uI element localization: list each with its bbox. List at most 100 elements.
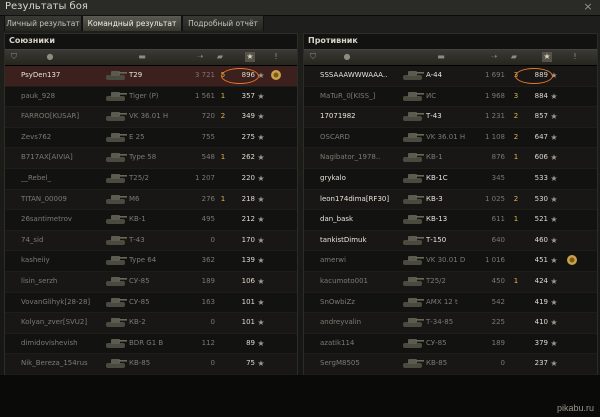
- player-name[interactable]: grykalo: [320, 169, 400, 188]
- tank-kill-icon[interactable]: ▰: [509, 52, 519, 62]
- table-row[interactable]: azatik114 СУ-85 189 379 ★: [304, 334, 597, 355]
- shield-icon[interactable]: ⛉: [9, 52, 19, 62]
- tab-personal-result[interactable]: Личный результат: [4, 15, 82, 31]
- table-row[interactable]: grykalo КВ-1С 345 533 ★: [304, 169, 597, 190]
- player-name[interactable]: VovanGlihyk[28-28]: [21, 293, 101, 312]
- player-name[interactable]: andreyvalin: [320, 313, 400, 332]
- star-icon[interactable]: ★: [542, 52, 552, 62]
- player-name[interactable]: SnOwbiZz: [320, 293, 400, 312]
- medal-icon[interactable]: [566, 254, 578, 266]
- table-row[interactable]: 74_sid Т-43 0 170 ★: [5, 230, 297, 252]
- table-row[interactable]: __Rebel_ T25/2 1 207 220 ★: [5, 169, 297, 190]
- table-row[interactable]: TITAN_00009 M6 276 1 218 ★: [5, 189, 297, 211]
- table-row[interactable]: FARROO[KUSAR] VK 36.01 H 720 2 349 ★: [5, 107, 297, 128]
- player-name[interactable]: kacumoto001: [320, 272, 400, 291]
- table-row[interactable]: pauk_928 Tiger (P) 1 561 1 357 ★: [5, 87, 297, 108]
- table-row[interactable]: 26santimetrov КВ-1 495 212 ★: [5, 210, 297, 231]
- person-icon[interactable]: ●: [45, 52, 55, 62]
- table-row[interactable]: lisin_serzh СУ-85 189 106 ★: [5, 271, 297, 293]
- star-icon: ★: [257, 338, 265, 348]
- tank-name: КВ-1С: [426, 173, 448, 182]
- tab-team-result[interactable]: Командный результат: [82, 15, 182, 31]
- table-row[interactable]: Nagibator_1978.. КВ-1 876 1 606 ★: [304, 148, 597, 169]
- player-name[interactable]: FARROO[KUSAR]: [21, 107, 101, 126]
- table-row[interactable]: kasheiiy Type 64 362 139 ★: [5, 251, 297, 272]
- player-name[interactable]: 26santimetrov: [21, 210, 101, 229]
- tab-detailed-report[interactable]: Подробный отчёт: [182, 15, 264, 31]
- tank-icon[interactable]: ▬: [432, 52, 450, 62]
- player-name[interactable]: TITAN_00009: [21, 190, 101, 209]
- player-name[interactable]: 17071982: [320, 107, 400, 126]
- close-icon[interactable]: ×: [581, 0, 595, 14]
- shell-icon[interactable]: ➝: [195, 52, 205, 62]
- player-name[interactable]: Zevs762: [21, 128, 101, 147]
- table-row[interactable]: MaTuR_0[KISS_] ИС 1 968 3 884 ★: [304, 87, 597, 108]
- window-title: Результаты боя: [5, 1, 88, 12]
- player-name[interactable]: Kolyan_zver[SVU2]: [21, 313, 101, 332]
- player-name[interactable]: tankistDimuk: [320, 231, 400, 250]
- person-icon[interactable]: ●: [342, 52, 352, 62]
- enemies-panel: Противник ⛉ ● ▬ ➝ ▰ ★ ! SSSAAAWWWAAA.. A-…: [303, 33, 598, 375]
- shell-icon[interactable]: ➝: [489, 52, 499, 62]
- table-row[interactable]: andreyvalin Т-34-85 225 410 ★: [304, 313, 597, 334]
- damage-value: 1 231: [484, 112, 505, 121]
- star-icon: ★: [550, 91, 558, 101]
- table-row[interactable]: SergM8505 КВ-85 0 237 ★: [304, 354, 597, 375]
- allies-table-header: ⛉ ● ▬ ➝ ▰ ★ !: [5, 49, 297, 66]
- star-icon: ★: [257, 112, 265, 122]
- table-row[interactable]: SSSAAAWWWAAA.. A-44 1 691 3 889 ★: [304, 66, 597, 87]
- star-icon: ★: [550, 112, 558, 122]
- xp-value: 237: [534, 359, 548, 368]
- player-name[interactable]: MaTuR_0[KISS_]: [320, 87, 400, 106]
- enemies-table-header: ⛉ ● ▬ ➝ ▰ ★ !: [304, 49, 597, 66]
- player-name[interactable]: __Rebel_: [21, 169, 101, 188]
- table-row[interactable]: kacumoto001 T25/2 450 1 424 ★: [304, 271, 597, 293]
- info-icon[interactable]: !: [570, 52, 580, 62]
- player-name[interactable]: azatik114: [320, 334, 400, 353]
- table-row[interactable]: amerwi VK 30.01 D 1 016 451 ★: [304, 251, 597, 272]
- player-name[interactable]: Nik_Bereza_154rus: [21, 354, 101, 373]
- table-row[interactable]: VovanGlihyk[28-28] СУ-85 163 101 ★: [5, 293, 297, 314]
- player-name[interactable]: OSCARD: [320, 128, 400, 147]
- table-row[interactable]: OSCARD VK 36.01 H 1 108 2 647 ★: [304, 128, 597, 149]
- tank-icon[interactable]: ▬: [133, 52, 151, 62]
- player-name[interactable]: SSSAAAWWWAAA..: [320, 66, 400, 85]
- table-row[interactable]: leon174dima[RF30] КВ-3 1 025 2 530 ★: [304, 189, 597, 211]
- star-icon: ★: [257, 318, 265, 328]
- player-name[interactable]: B717AX[AIVIA]: [21, 148, 101, 167]
- table-row[interactable]: dimidovishevish BDR G1 B 112 89 ★: [5, 334, 297, 355]
- tank-icon: [105, 234, 127, 246]
- table-row[interactable]: Zevs762 E 25 755 275 ★: [5, 128, 297, 149]
- table-row[interactable]: Nik_Bereza_154rus КВ-85 0 75 ★: [5, 354, 297, 375]
- tank-kill-icon[interactable]: ▰: [215, 52, 225, 62]
- player-name[interactable]: leon174dima[RF30]: [320, 190, 400, 209]
- xp-value: 884: [534, 91, 548, 100]
- player-name[interactable]: SergM8505: [320, 354, 400, 373]
- player-name[interactable]: pauk_928: [21, 87, 101, 106]
- tank-icon: [402, 254, 424, 266]
- star-icon[interactable]: ★: [245, 52, 255, 62]
- tank-icon: [105, 69, 127, 81]
- player-name[interactable]: PsyDen137: [21, 66, 101, 85]
- enemies-list: SSSAAAWWWAAA.. A-44 1 691 3 889 ★ MaTuR_0[KISS…: [304, 66, 597, 375]
- table-row[interactable]: Kolyan_zver[SVU2] КВ-2 0 101 ★: [5, 313, 297, 334]
- tank-name: Т-150: [426, 235, 447, 244]
- table-row[interactable]: SnOwbiZz AMX 12 t 542 419 ★: [304, 293, 597, 314]
- player-name[interactable]: dan_bask: [320, 210, 400, 229]
- player-name[interactable]: amerwi: [320, 251, 400, 270]
- table-row[interactable]: tankistDimuk Т-150 640 460 ★: [304, 230, 597, 252]
- player-name[interactable]: dimidovishevish: [21, 334, 101, 353]
- tank-icon: [402, 213, 424, 225]
- player-name[interactable]: Nagibator_1978..: [320, 148, 400, 167]
- table-row[interactable]: 17071982 Т-43 1 231 2 857 ★: [304, 107, 597, 128]
- table-row[interactable]: dan_bask КВ-13 611 1 521 ★: [304, 210, 597, 231]
- tank-icon: [105, 337, 127, 349]
- shield-icon[interactable]: ⛉: [308, 52, 318, 62]
- table-row[interactable]: PsyDen137 T29 3 721 5 896 ★: [5, 66, 297, 87]
- player-name[interactable]: kasheiiy: [21, 251, 101, 270]
- player-name[interactable]: lisin_serzh: [21, 272, 101, 291]
- medal-icon[interactable]: [270, 69, 282, 81]
- table-row[interactable]: B717AX[AIVIA] Type 58 548 1 262 ★: [5, 148, 297, 169]
- info-icon[interactable]: !: [271, 52, 281, 62]
- player-name[interactable]: 74_sid: [21, 231, 101, 250]
